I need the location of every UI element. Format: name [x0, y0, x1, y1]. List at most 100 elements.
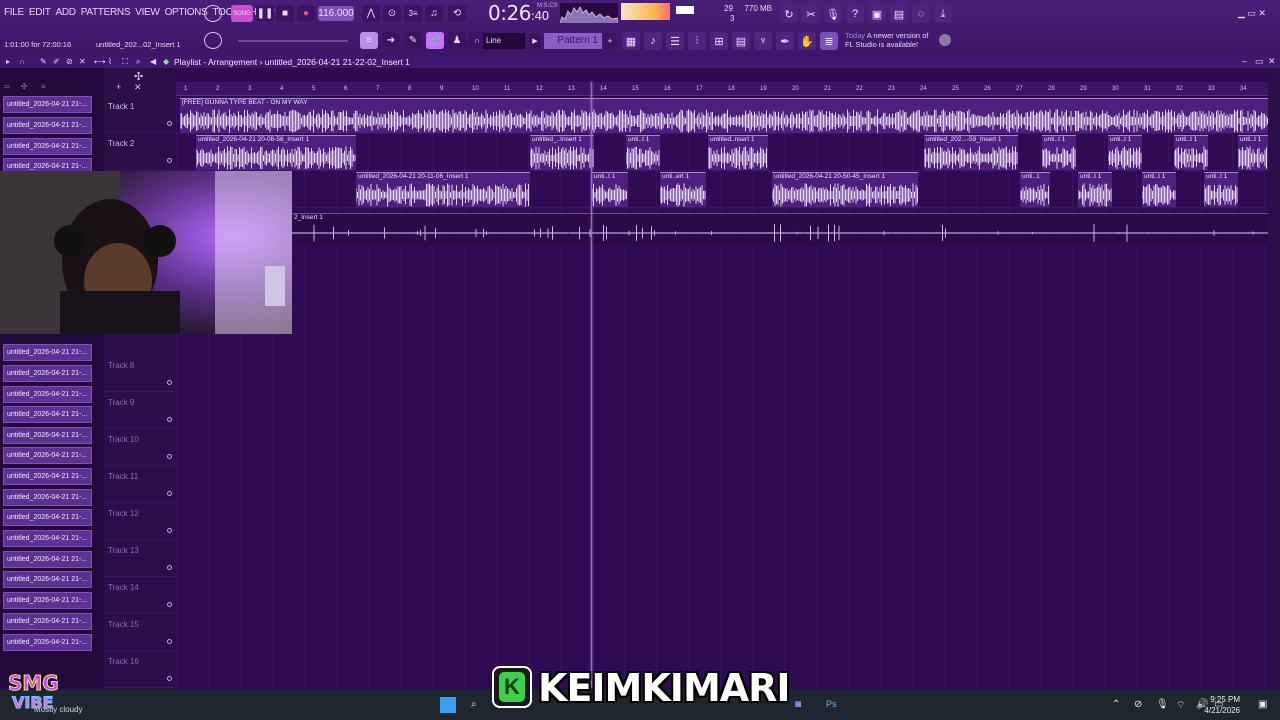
- pause-button[interactable]: ❚❚: [256, 5, 274, 22]
- pattern-list-item[interactable]: untitled_2026-04-21 21-...: [3, 447, 92, 464]
- playlist-icon[interactable]: ≡: [360, 32, 378, 49]
- pattern-list-item[interactable]: untitled_2026-04-21 21-...: [3, 117, 92, 134]
- audio-clip[interactable]: untitled_..Insert 1: [530, 135, 594, 170]
- project-icon[interactable]: ▤: [732, 32, 750, 50]
- pattern-list-item[interactable]: untitled_2026-04-21 21-...: [3, 634, 92, 651]
- add-track-icon[interactable]: +: [116, 82, 121, 92]
- track-header[interactable]: Track 8: [104, 355, 176, 392]
- pattern-list-item[interactable]: untitled_2026-04-21 21-...: [3, 468, 92, 485]
- audio-clip[interactable]: untitled_2026-04-21 20-08-56_Insert 1: [196, 135, 356, 170]
- chat-icon[interactable]: ◌: [912, 5, 930, 23]
- playlist-minimize-icon[interactable]: –: [1242, 56, 1247, 66]
- plugin-icon[interactable]: ⊞: [710, 32, 728, 50]
- step-edit-icon[interactable]: ♫: [425, 5, 443, 22]
- windows-start-icon[interactable]: [440, 697, 456, 713]
- wait-record-icon[interactable]: ⊙: [383, 5, 401, 22]
- hand-icon[interactable]: ✋: [798, 32, 816, 50]
- lane-track-3[interactable]: untitled_2026-04-21 20-11-06_Insert 1 un…: [176, 171, 1268, 208]
- globe-icon[interactable]: [939, 34, 951, 46]
- download-icon[interactable]: ⤓: [934, 5, 952, 23]
- vocal-audio-clip[interactable]: 2_Insert 1: [176, 213, 1268, 245]
- update-notice[interactable]: Today A newer version of FL Studio is ava…: [845, 31, 928, 49]
- reset-icon[interactable]: ↻: [780, 5, 798, 23]
- vertical-scrollbar[interactable]: [1268, 68, 1280, 688]
- slip-icon[interactable]: ⟷: [94, 57, 105, 66]
- stamp-icon[interactable]: ♟: [448, 32, 466, 49]
- menu-view[interactable]: VIEW: [135, 7, 160, 18]
- lane-track-2[interactable]: untitled_2026-04-21 20-08-56_Insert 1 un…: [176, 134, 1268, 171]
- network-off-icon[interactable]: ⊘: [1134, 699, 1142, 710]
- pattern-list-item[interactable]: untitled_2026-04-21 21-...: [3, 386, 92, 403]
- pattern-list-item[interactable]: untitled_2026-04-21 21-...: [3, 427, 92, 444]
- delete-icon[interactable]: ⊘: [66, 57, 73, 66]
- audio-clip[interactable]: unti..t 1: [1174, 135, 1208, 170]
- audio-clip[interactable]: untitled..nsert 1: [708, 135, 768, 170]
- snap-select[interactable]: Line: [483, 33, 525, 49]
- audio-clip[interactable]: untitled_202...-59_Insert 1: [924, 135, 1018, 170]
- remove-track-icon[interactable]: ✕: [134, 82, 142, 93]
- stop-button[interactable]: ■: [276, 5, 294, 22]
- slice-icon[interactable]: ⌇: [108, 57, 112, 66]
- help-icon[interactable]: ?: [846, 5, 864, 23]
- playlist-maximize-icon[interactable]: ▭: [1255, 56, 1264, 67]
- countdown-icon[interactable]: 3≡: [404, 5, 422, 22]
- track-led-icon[interactable]: [167, 417, 172, 422]
- track-led-icon[interactable]: [167, 528, 172, 533]
- track-led-icon[interactable]: [167, 676, 172, 681]
- channel-rack-icon[interactable]: ▦: [622, 32, 640, 50]
- pattern-list-item[interactable]: untitled_2026-04-21 21-...: [3, 551, 92, 568]
- window-controls[interactable]: ▁ ▭ ✕: [1238, 8, 1266, 19]
- pattern-list-item[interactable]: untitled_2026-04-21 21-...: [3, 592, 92, 609]
- audio-clip[interactable]: unti..t 1: [1108, 135, 1142, 170]
- menu-add[interactable]: ADD: [56, 7, 77, 18]
- timeline-ruler[interactable]: 1 2 3 4 5 6 7 8 9 10 11 12 13 14 15 16 17 18 19 20 21 22 23 24 2…: [176, 82, 1268, 96]
- pattern-list-item[interactable]: untitled_2026-04-21 21-...: [3, 489, 92, 506]
- menu-options[interactable]: OPTIONS: [165, 7, 208, 18]
- audio-clip[interactable]: unti..1: [1020, 172, 1050, 207]
- audio-clip[interactable]: unti..t 1: [1204, 172, 1238, 207]
- photoshop-icon[interactable]: Ps: [826, 699, 837, 709]
- select-icon[interactable]: ⛶: [122, 57, 128, 67]
- arrow-icon[interactable]: ➜: [382, 32, 400, 49]
- track-led-icon[interactable]: [167, 565, 172, 570]
- lane-track-4[interactable]: 2_Insert 1: [176, 208, 1268, 245]
- audio-clip[interactable]: untitled_2026-04-21 20-50-45_Insert 1: [772, 172, 918, 207]
- midi-icon[interactable]: ▤: [890, 5, 908, 23]
- arrangement-grid[interactable]: [FREE] GUNNA TYPE BEAT - ON MY WAY untit…: [176, 97, 1268, 689]
- pattern-list-item[interactable]: untitled_2026-04-21 21-...: [3, 509, 92, 526]
- clock[interactable]: 9:25 PM 4/21/2026: [1204, 694, 1240, 716]
- pattern-prev-icon[interactable]: ▶: [529, 33, 541, 49]
- menu-arrow-icon[interactable]: ▸: [6, 57, 10, 66]
- audio-clip[interactable]: unti..t 1: [592, 172, 628, 207]
- snap-magnet-icon[interactable]: ∩: [19, 57, 25, 66]
- news-icon[interactable]: ≣: [820, 32, 838, 50]
- track-led-icon[interactable]: [167, 602, 172, 607]
- draw-icon[interactable]: ✎: [40, 57, 47, 66]
- menu-file[interactable]: FILE: [4, 7, 24, 18]
- track-header[interactable]: Track 13: [104, 540, 176, 577]
- track-led-icon[interactable]: [167, 454, 172, 459]
- record-button[interactable]: ●: [297, 5, 315, 22]
- save-icon[interactable]: ▣: [868, 5, 886, 23]
- audio-clip[interactable]: unti..ert 1: [660, 172, 706, 207]
- pattern-list-item[interactable]: untitled_2026-04-21 21-...: [3, 344, 92, 361]
- master-pitch-knob[interactable]: [204, 32, 222, 49]
- playhead[interactable]: [591, 82, 592, 688]
- track-header[interactable]: Track 12: [104, 503, 176, 540]
- menu-patterns[interactable]: PATTERNS: [81, 7, 131, 18]
- pattern-select[interactable]: Pattern 1: [544, 33, 602, 49]
- audio-clip[interactable]: unti..t 1: [1078, 172, 1112, 207]
- mute-icon[interactable]: ✕: [79, 57, 86, 66]
- discord-icon[interactable]: ◙: [795, 699, 801, 710]
- add-pattern-icon[interactable]: +: [604, 33, 616, 49]
- pattern-list-item[interactable]: untitled_2026-04-21 21-...: [3, 530, 92, 547]
- microphone-icon[interactable]: 🎙: [824, 5, 842, 23]
- playlist-close-icon[interactable]: ✕: [1268, 56, 1276, 67]
- notification-icon[interactable]: ▣: [1258, 699, 1267, 710]
- track-led-icon[interactable]: [167, 158, 172, 163]
- audio-clip[interactable]: unti..t 1: [1042, 135, 1076, 170]
- playlist-current-file[interactable]: untitled_2026-04-21 21-22-02_Insert 1: [265, 57, 410, 67]
- metronome-icon[interactable]: ⋀: [362, 5, 380, 22]
- pattern-list-item[interactable]: untitled_2026-04-21 21-...: [3, 365, 92, 382]
- tray-overflow-icon[interactable]: ⌃: [1112, 699, 1120, 710]
